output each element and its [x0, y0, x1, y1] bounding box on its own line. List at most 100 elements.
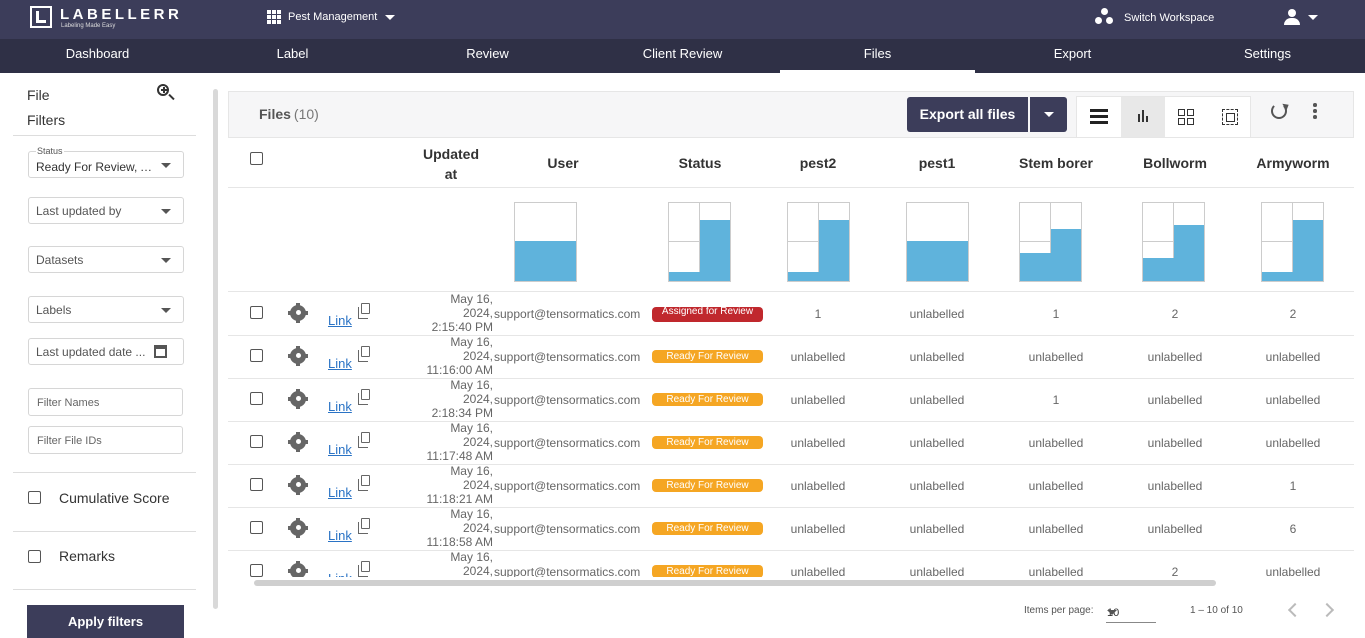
- last-updated-date-picker[interactable]: Last updated date ...: [28, 338, 184, 365]
- table-row[interactable]: Link May 16, 2024, 2:15:40 PM support@tensor…: [228, 292, 1354, 336]
- row-checkbox[interactable]: [250, 435, 263, 448]
- header-pest2[interactable]: pest2: [768, 155, 868, 171]
- row-checkbox[interactable]: [250, 392, 263, 405]
- copy-icon[interactable]: [358, 389, 370, 405]
- header-stem-borer[interactable]: Stem borer: [1006, 155, 1106, 171]
- remarks-checkbox[interactable]: [28, 550, 41, 563]
- export-dropdown-button[interactable]: [1030, 97, 1067, 132]
- table-row[interactable]: Link May 16, 2024, 11:16:00 AM support@tenso…: [228, 335, 1354, 379]
- nav-label[interactable]: Label: [195, 39, 390, 73]
- nav-files[interactable]: Files: [780, 39, 975, 73]
- updated-at-cell: May 16, 2024, 2:18:34 PM: [431, 378, 493, 420]
- filter-names-input[interactable]: Filter Names: [28, 388, 183, 416]
- previous-page-icon[interactable]: [1287, 602, 1303, 618]
- status-badge: Assigned for Review: [652, 307, 763, 322]
- zoom-search-icon[interactable]: [156, 83, 176, 103]
- gear-icon[interactable]: [288, 346, 308, 366]
- nav-settings[interactable]: Settings: [1170, 39, 1365, 73]
- row-checkbox[interactable]: [250, 521, 263, 534]
- row-checkbox[interactable]: [250, 349, 263, 362]
- copy-icon[interactable]: [358, 561, 370, 577]
- grid-view-icon[interactable]: [1165, 97, 1209, 137]
- table-row[interactable]: Link May 16, 2024, 11:18:21 AM support@tenso…: [228, 464, 1354, 508]
- user-avatar-icon[interactable]: [1283, 9, 1301, 27]
- file-link[interactable]: Link: [328, 571, 352, 577]
- copy-icon[interactable]: [358, 346, 370, 362]
- status-select[interactable]: Status Ready For Review, Assigned for Re…: [28, 146, 184, 178]
- label-count-cell: unlabelled: [790, 393, 846, 407]
- filter-file-ids-input[interactable]: Filter File IDs: [28, 426, 183, 454]
- row-checkbox[interactable]: [250, 478, 263, 491]
- pagination-range: 1 – 10 of 10: [1190, 605, 1243, 616]
- more-options-icon[interactable]: [1313, 103, 1317, 119]
- gear-icon[interactable]: [288, 518, 308, 538]
- files-title: Files (10): [259, 106, 319, 122]
- header-bollworm[interactable]: Bollworm: [1125, 155, 1225, 171]
- header-updated-at[interactable]: Updated at: [416, 144, 486, 184]
- label-count-cell: unlabelled: [790, 350, 846, 364]
- chevron-down-icon: [161, 209, 171, 214]
- gear-icon[interactable]: [288, 475, 308, 495]
- table-horizontal-scrollbar[interactable]: [254, 580, 1216, 586]
- refresh-icon[interactable]: [1271, 103, 1287, 119]
- nav-export[interactable]: Export: [975, 39, 1170, 73]
- main-nav: Dashboard Label Review Client Review Fil…: [0, 39, 1365, 73]
- export-all-files-button[interactable]: Export all files: [907, 97, 1028, 132]
- updated-at-cell: May 16, 2024, 11:16:00 AM: [426, 335, 494, 377]
- list-view-icon[interactable]: [1077, 97, 1121, 137]
- gear-icon[interactable]: [288, 303, 308, 323]
- nav-review[interactable]: Review: [390, 39, 585, 73]
- next-page-icon[interactable]: [1319, 602, 1335, 618]
- cumulative-score-checkbox[interactable]: [28, 491, 41, 504]
- table-row[interactable]: Link May 16, 2024, 11:18:58 AM support@tenso…: [228, 507, 1354, 551]
- nav-dashboard[interactable]: Dashboard: [0, 39, 195, 73]
- select-view-icon[interactable]: [1209, 97, 1253, 137]
- copy-icon[interactable]: [358, 518, 370, 534]
- account-dropdown-icon[interactable]: [1308, 15, 1318, 20]
- file-link[interactable]: Link: [328, 399, 352, 414]
- file-link[interactable]: Link: [328, 313, 352, 328]
- sidebar-scrollbar[interactable]: [213, 89, 218, 609]
- gear-icon[interactable]: [288, 389, 308, 409]
- file-link[interactable]: Link: [328, 485, 352, 500]
- labels-select[interactable]: Labels: [28, 296, 184, 323]
- pest1-distribution-chart: [906, 202, 969, 282]
- divider: [13, 472, 196, 473]
- copy-icon[interactable]: [358, 303, 370, 319]
- last-updated-by-select[interactable]: Last updated by: [28, 197, 184, 224]
- row-checkbox[interactable]: [250, 564, 263, 577]
- table-row[interactable]: Link May 16,2024,support@tensormatics.com…: [228, 550, 1354, 577]
- label-count-cell: 1: [1052, 307, 1060, 321]
- gear-icon[interactable]: [288, 432, 308, 452]
- user-cell: support@tensormatics.com: [494, 479, 641, 493]
- file-link[interactable]: Link: [328, 356, 352, 371]
- status-value: Ready For Review, Assigned for Review: [36, 160, 156, 174]
- header-armyworm[interactable]: Armyworm: [1243, 155, 1343, 171]
- gear-icon[interactable]: [288, 561, 308, 577]
- header-pest1[interactable]: pest1: [887, 155, 987, 171]
- label-count-cell: unlabelled: [1028, 522, 1084, 536]
- file-link[interactable]: Link: [328, 528, 352, 543]
- label-count-cell: unlabelled: [1265, 565, 1321, 577]
- table-row[interactable]: Link May 16, 2024, 11:17:48 AM support@tenso…: [228, 421, 1354, 465]
- header-status[interactable]: Status: [660, 155, 740, 171]
- file-link[interactable]: Link: [328, 442, 352, 457]
- project-selector[interactable]: Pest Management: [288, 11, 377, 23]
- files-panel: Files (10) Export all files Updated at Us…: [228, 91, 1354, 577]
- header-user[interactable]: User: [523, 155, 603, 171]
- copy-icon[interactable]: [358, 432, 370, 448]
- datasets-select[interactable]: Datasets: [28, 246, 184, 273]
- chart-view-icon[interactable]: [1121, 97, 1165, 137]
- project-dropdown-icon[interactable]: [385, 15, 395, 20]
- label-count-cell: 2: [1171, 565, 1179, 577]
- table-row[interactable]: Link May 16, 2024, 2:18:34 PM support@tensor…: [228, 378, 1354, 422]
- row-checkbox[interactable]: [250, 306, 263, 319]
- status-distribution-chart: [668, 202, 731, 282]
- items-per-page-select[interactable]: 10: [1106, 604, 1156, 623]
- nav-client-review[interactable]: Client Review: [585, 39, 780, 73]
- select-all-checkbox[interactable]: [250, 152, 263, 165]
- calendar-icon[interactable]: [154, 345, 167, 358]
- apply-filters-button[interactable]: Apply filters: [27, 605, 184, 638]
- apps-grid-icon[interactable]: [267, 10, 281, 24]
- copy-icon[interactable]: [358, 475, 370, 491]
